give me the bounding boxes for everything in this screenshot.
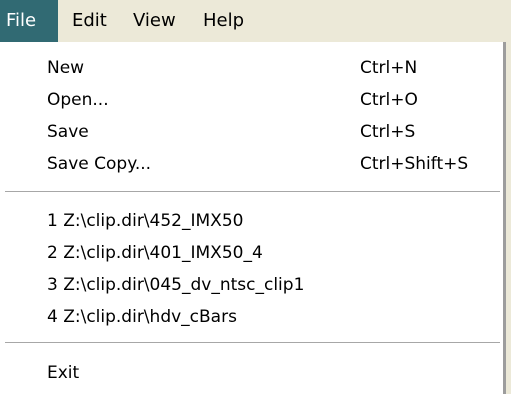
menu-item-label: Save Copy...: [47, 154, 152, 174]
recent-file-label: 1 Z:\clip.dir\452_IMX50: [47, 211, 244, 231]
menu-file[interactable]: File: [0, 0, 58, 42]
menu-item-label: Exit: [47, 363, 80, 383]
menu-item-label: Open...: [47, 90, 109, 110]
menu-item-exit[interactable]: Exit: [2, 358, 502, 389]
menu-separator: [5, 191, 500, 193]
recent-file-4[interactable]: 4 Z:\clip.dir\hdv_cBars: [2, 302, 502, 333]
menu-item-shortcut: Ctrl+N: [360, 58, 418, 78]
menu-item-label: Save: [47, 122, 89, 142]
recent-file-2[interactable]: 2 Z:\clip.dir\401_IMX50_4: [2, 238, 502, 269]
file-menu-dropdown: New Ctrl+N Open... Ctrl+O Save Ctrl+S Sa…: [0, 42, 506, 394]
recent-file-1[interactable]: 1 Z:\clip.dir\452_IMX50: [2, 206, 502, 237]
menu-edit[interactable]: Edit: [66, 0, 116, 42]
menu-item-label: New: [47, 58, 85, 78]
menu-item-shortcut: Ctrl+Shift+S: [360, 154, 469, 174]
recent-file-label: 3 Z:\clip.dir\045_dv_ntsc_clip1: [47, 275, 305, 295]
menu-item-new[interactable]: New Ctrl+N: [2, 53, 502, 84]
menu-help[interactable]: Help: [197, 0, 255, 42]
menu-item-open[interactable]: Open... Ctrl+O: [2, 85, 502, 116]
menu-item-shortcut: Ctrl+O: [360, 90, 418, 110]
recent-file-label: 2 Z:\clip.dir\401_IMX50_4: [47, 243, 263, 263]
menu-item-shortcut: Ctrl+S: [360, 122, 416, 142]
menu-bar: File Edit View Help: [0, 0, 511, 42]
recent-file-3[interactable]: 3 Z:\clip.dir\045_dv_ntsc_clip1: [2, 270, 502, 301]
recent-file-label: 4 Z:\clip.dir\hdv_cBars: [47, 307, 237, 327]
menu-view[interactable]: View: [127, 0, 187, 42]
menu-item-save[interactable]: Save Ctrl+S: [2, 117, 502, 148]
menu-separator: [5, 342, 500, 344]
menu-item-save-copy[interactable]: Save Copy... Ctrl+Shift+S: [2, 149, 502, 180]
